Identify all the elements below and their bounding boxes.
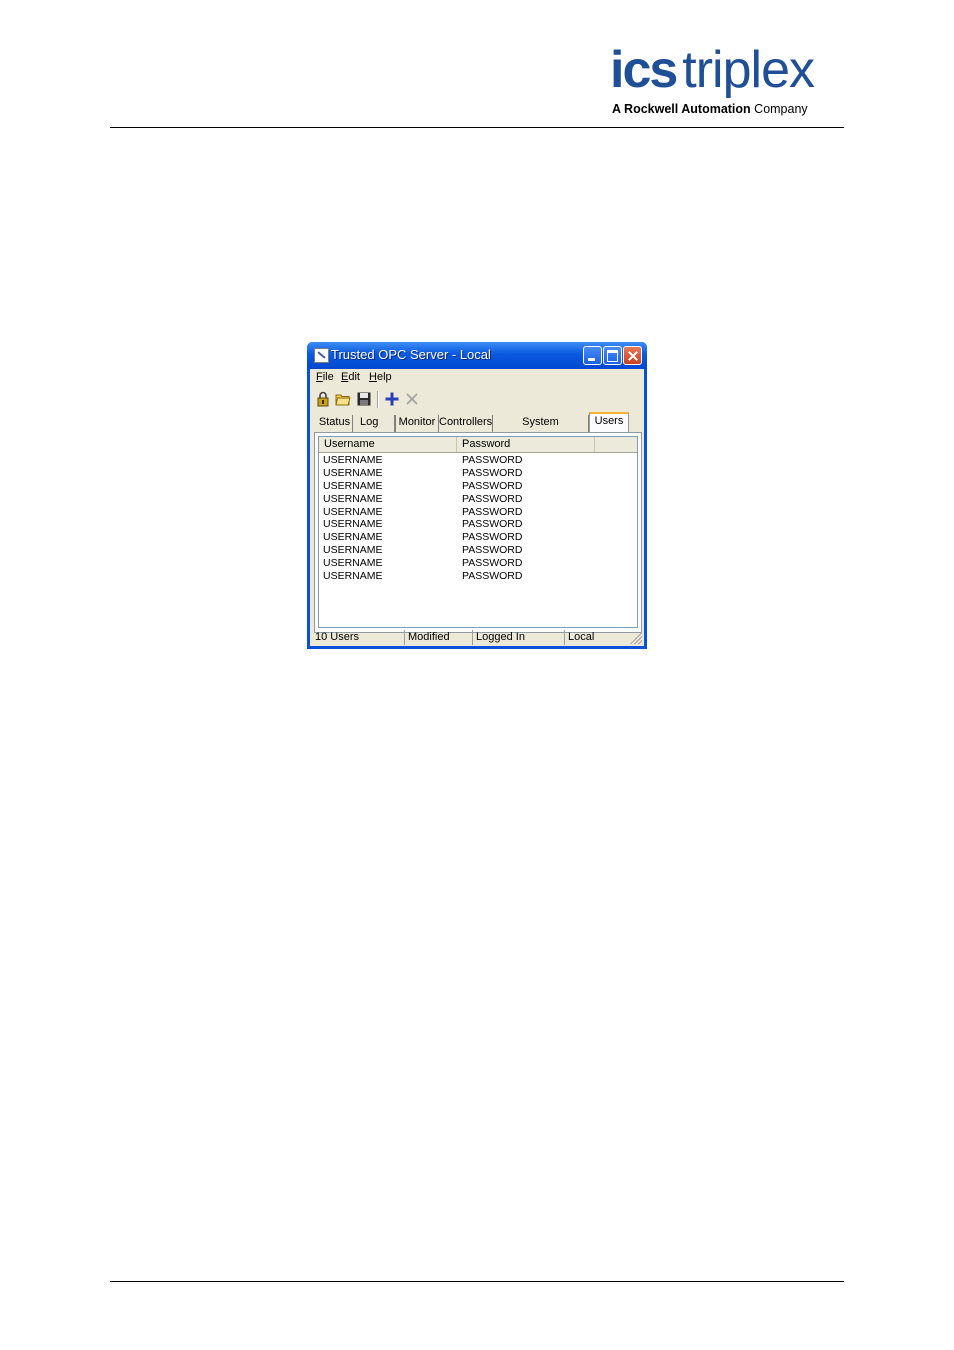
row-username: USERNAME: [323, 557, 383, 570]
row-username: USERNAME: [323, 544, 383, 557]
row-username: USERNAME: [323, 531, 383, 544]
tab-monitor[interactable]: Monitor: [395, 415, 439, 432]
column-username[interactable]: Username: [319, 437, 457, 452]
logo-tagline-company: Company: [750, 102, 808, 116]
list-row[interactable]: USERNAME PASSWORD: [319, 506, 637, 519]
list-row[interactable]: USERNAME PASSWORD: [319, 467, 637, 480]
logo-wordmark: ics triplex: [610, 41, 815, 99]
row-password: PASSWORD: [462, 570, 523, 583]
column-password[interactable]: Password: [457, 437, 595, 452]
tab-status[interactable]: Status: [317, 415, 353, 432]
ics-triplex-logo: ics triplex A Rockwell Automation Company: [610, 44, 845, 120]
users-tab-panel: Username Password USERNAME PASSWORD USERN…: [314, 432, 642, 633]
status-connection: Local: [564, 630, 634, 645]
list-row[interactable]: USERNAME PASSWORD: [319, 557, 637, 570]
list-row[interactable]: USERNAME PASSWORD: [319, 544, 637, 557]
row-password: PASSWORD: [462, 518, 523, 531]
lock-icon[interactable]: [315, 391, 331, 407]
row-username: USERNAME: [323, 466, 383, 479]
tab-users[interactable]: Users: [589, 412, 629, 433]
row-password: PASSWORD: [462, 479, 523, 492]
row-username: USERNAME: [323, 492, 383, 505]
users-list[interactable]: Username Password USERNAME PASSWORD USERN…: [318, 436, 638, 628]
minimize-button[interactable]: [583, 346, 602, 365]
menu-edit-rest: dit: [348, 371, 360, 383]
delete-icon[interactable]: [404, 391, 420, 407]
row-password: PASSWORD: [462, 466, 523, 479]
window-client: File Edit Help Status Log Monitor Contro…: [310, 369, 644, 646]
row-password: PASSWORD: [462, 492, 523, 505]
list-row[interactable]: USERNAME PASSWORD: [319, 570, 637, 583]
list-row[interactable]: USERNAME PASSWORD: [319, 493, 637, 506]
open-folder-icon[interactable]: [335, 391, 351, 407]
menu-help[interactable]: Help: [369, 371, 392, 384]
status-user-count: 10 Users: [315, 631, 360, 643]
add-icon[interactable]: [384, 391, 400, 407]
resize-grip[interactable]: [630, 632, 642, 644]
toolbar-separator: [377, 391, 379, 408]
logo-ics: ics: [610, 41, 678, 99]
row-username: USERNAME: [323, 570, 383, 583]
menu-file[interactable]: File: [316, 371, 334, 384]
menu-file-key: F: [316, 371, 323, 383]
status-modified: Modified: [404, 630, 472, 645]
row-password: PASSWORD: [462, 544, 523, 557]
tab-strip: Status Log Monitor Controllers System Pr…: [314, 412, 640, 443]
menu-help-key: H: [369, 371, 377, 383]
list-row[interactable]: USERNAME PASSWORD: [319, 480, 637, 493]
tab-controllers[interactable]: Controllers: [439, 415, 493, 432]
app-window: Trusted OPC Server - Local File Edit Hel…: [307, 342, 647, 649]
list-rows: USERNAME PASSWORD USERNAME PASSWORD USERNA…: [319, 454, 637, 583]
menu-help-rest: elp: [376, 371, 392, 383]
app-icon[interactable]: [314, 348, 329, 363]
tab-system-preferences[interactable]: System Preferences: [493, 415, 589, 443]
row-password: PASSWORD: [462, 531, 523, 544]
title-bar[interactable]: Trusted OPC Server - Local: [307, 342, 647, 369]
logo-triplex: triplex: [682, 41, 815, 99]
close-button[interactable]: [623, 346, 642, 365]
list-header: Username Password: [319, 437, 637, 453]
row-password: PASSWORD: [462, 454, 523, 466]
window-title: Trusted OPC Server - Local: [331, 347, 491, 362]
row-username: USERNAME: [323, 454, 383, 466]
row-username: USERNAME: [323, 479, 383, 492]
toolbar: [310, 389, 644, 411]
logo-tagline-a: A: [612, 102, 625, 116]
row-username: USERNAME: [323, 518, 383, 531]
save-icon[interactable]: [356, 391, 372, 407]
list-row[interactable]: USERNAME PASSWORD: [319, 454, 637, 467]
list-row[interactable]: USERNAME PASSWORD: [319, 518, 637, 531]
row-username: USERNAME: [323, 505, 383, 518]
maximize-button[interactable]: [603, 346, 622, 365]
logo-tagline-brand: Rockwell Automation: [624, 102, 751, 116]
menu-edit[interactable]: Edit: [341, 371, 360, 384]
status-login: Logged In: [472, 630, 564, 645]
list-row[interactable]: USERNAME PASSWORD: [319, 531, 637, 544]
logo-tagline: A Rockwell Automation Company: [612, 102, 808, 116]
header-divider: [110, 127, 844, 128]
row-password: PASSWORD: [462, 557, 523, 570]
column-extra[interactable]: [595, 437, 637, 452]
menu-bar: File Edit Help: [310, 369, 644, 386]
menu-file-rest: ile: [322, 371, 334, 383]
footer-divider: [110, 1281, 844, 1282]
tab-log[interactable]: Log: [353, 415, 395, 432]
row-password: PASSWORD: [462, 505, 523, 518]
status-bar: 10 Users Modified Logged In Local: [310, 627, 644, 646]
